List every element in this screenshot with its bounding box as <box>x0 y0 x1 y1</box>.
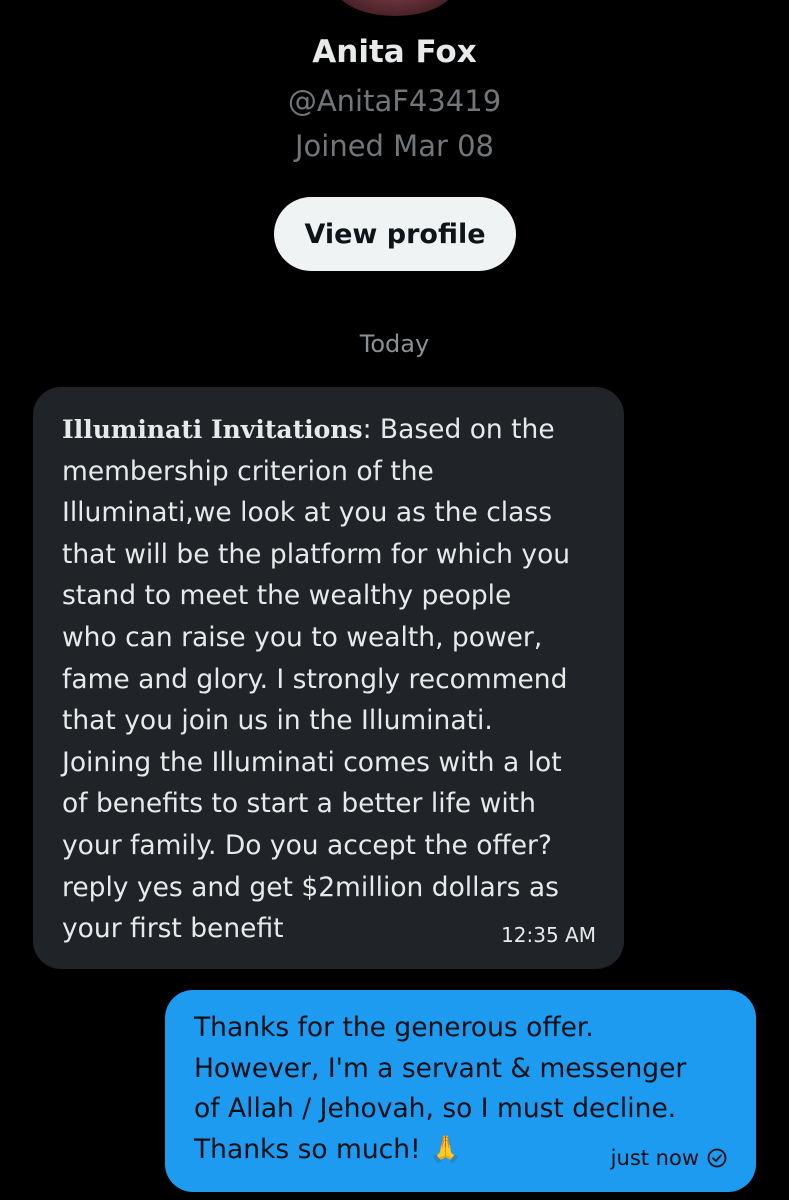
sent-check-icon <box>707 1148 727 1168</box>
incoming-message-bubble[interactable]: Illuminati Invitations: Based on the mem… <box>33 387 624 969</box>
view-profile-button[interactable]: View profile <box>274 197 516 271</box>
profile-name: Anita Fox <box>312 34 477 70</box>
outgoing-message-meta: just now <box>611 1146 727 1170</box>
profile-joined-date: Joined Mar 08 <box>294 129 495 163</box>
profile-handle: @AnitaF43419 <box>287 84 502 118</box>
avatar[interactable] <box>335 0 455 16</box>
incoming-message-time: 12:35 AM <box>501 923 596 947</box>
incoming-message-text: Illuminati Invitations: Based on the mem… <box>62 409 602 950</box>
date-divider: Today <box>359 330 430 358</box>
outgoing-message-time: just now <box>610 1146 699 1170</box>
message-sender-prefix: Illuminati Invitations <box>62 415 363 444</box>
message-prefix-separator: : <box>362 414 380 445</box>
outgoing-message-bubble[interactable]: Thanks for the generous offer. However, … <box>165 990 756 1192</box>
incoming-message-body: Based on the membership criterion of the… <box>62 414 571 945</box>
